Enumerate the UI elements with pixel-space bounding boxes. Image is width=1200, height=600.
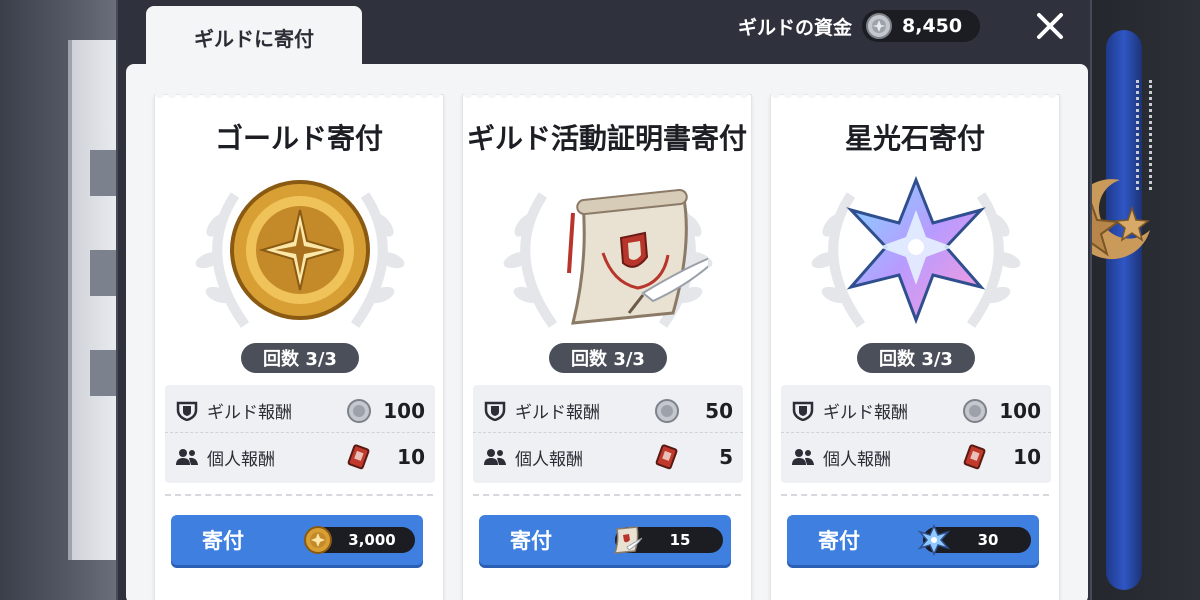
personal-reward-label: 個人報酬	[207, 449, 275, 470]
background-left	[0, 0, 120, 600]
guild-reward-value: 50	[705, 398, 733, 423]
ticket-edge	[155, 94, 443, 102]
people-icon	[791, 446, 815, 468]
donate-button-label: 寄付	[510, 529, 552, 553]
guild-shield-icon	[483, 400, 507, 422]
guild-funds-pill: 8,450	[862, 10, 981, 42]
silver-coin-icon	[653, 397, 681, 425]
rewards-box: ギルド報酬 100 個人報酬 10	[781, 385, 1051, 483]
donation-card-certificate: ギルド活動証明書寄付 回数 3/3 ギルド報酬 50 個人報酬 5 寄付 15	[462, 94, 752, 600]
people-icon	[483, 446, 507, 468]
rewards-box: ギルド報酬 50 個人報酬 5	[473, 385, 743, 483]
card-title: ギルド活動証明書寄付	[466, 122, 747, 155]
background-right	[1059, 0, 1200, 600]
guild-reward-label: ギルド報酬	[515, 403, 600, 423]
personal-reward-row: 個人報酬 10	[165, 435, 435, 479]
background-strip	[90, 350, 118, 396]
guild-funds-label: ギルドの資金	[738, 16, 853, 39]
donation-card-gold: ゴールド寄付 回数 3/3 ギルド報酬 100 個人報酬 10 寄付 3,000	[154, 94, 444, 600]
certificate-scroll-icon	[613, 526, 643, 554]
guild-funds-value: 8,450	[902, 15, 963, 37]
people-icon	[175, 446, 199, 468]
ticket-divider	[781, 494, 1049, 496]
guild-donation-window: ギルドに寄付 ギルドの資金 8,450 ゴールド寄付 回数 3/3 ギルド報酬 …	[116, 0, 1092, 600]
personal-reward-label: 個人報酬	[515, 449, 583, 470]
guild-shield-icon	[175, 400, 199, 422]
guild-shield-icon	[791, 400, 815, 422]
card-title: ゴールド寄付	[214, 122, 383, 155]
personal-reward-value: 10	[397, 445, 425, 469]
donate-button-certificate[interactable]: 寄付 15	[479, 515, 731, 565]
cost-pill: 3,000	[304, 526, 415, 554]
donate-button-label: 寄付	[202, 529, 244, 553]
donate-button-starlight-stone[interactable]: 寄付 30	[787, 515, 1039, 565]
tab-label: ギルドに寄付	[194, 26, 314, 51]
donation-count-badge: 回数 3/3	[549, 343, 667, 373]
personal-reward-value: 10	[1013, 445, 1041, 469]
silver-coin-icon	[345, 397, 373, 425]
ticket-divider	[473, 494, 741, 496]
personal-reward-row: 個人報酬 10	[781, 435, 1051, 479]
donation-count-badge: 回数 3/3	[857, 343, 975, 373]
card-title: 星光石寄付	[844, 122, 985, 155]
guild-reward-label: ギルド報酬	[823, 403, 908, 423]
starlight-crystal-icon	[917, 524, 951, 556]
silver-coin-icon	[961, 397, 989, 425]
gold-coin-icon	[304, 526, 332, 554]
ticket-divider	[165, 494, 433, 496]
guild-reward-value: 100	[999, 398, 1041, 423]
donation-count-badge: 回数 3/3	[241, 343, 359, 373]
close-icon	[1037, 13, 1063, 39]
donate-button-label: 寄付	[818, 529, 860, 553]
donate-button-gold[interactable]: 寄付 3,000	[171, 515, 423, 565]
guild-reward-value: 100	[383, 398, 425, 423]
cost-pill: 15	[613, 526, 723, 554]
guild-funds: ギルドの資金 8,450	[738, 10, 981, 42]
starlight-crystal-icon	[846, 175, 986, 325]
ticket-icon	[345, 443, 373, 471]
guild-reward-row: ギルド報酬 100	[781, 389, 1051, 433]
personal-reward-value: 5	[719, 445, 733, 469]
ticket-edge	[463, 94, 751, 102]
gold-coin-icon	[230, 180, 370, 320]
personal-reward-row: 個人報酬 5	[473, 435, 743, 479]
donation-card-starlight-stone: 星光石寄付 回数 3/3 ギルド報酬 100 個人報酬 10 寄付 30	[770, 94, 1060, 600]
header: ギルドに寄付 ギルドの資金 8,450	[118, 0, 1090, 68]
guild-reward-label: ギルド報酬	[207, 403, 292, 423]
donation-panel: ゴールド寄付 回数 3/3 ギルド報酬 100 個人報酬 10 寄付 3,000…	[126, 64, 1088, 600]
background-book	[68, 40, 118, 560]
ticket-edge	[771, 94, 1059, 102]
background-strip	[90, 250, 118, 296]
background-strip	[90, 150, 118, 196]
ticket-icon	[961, 443, 989, 471]
silver-coin-icon	[866, 13, 893, 39]
rewards-box: ギルド報酬 100 個人報酬 10	[165, 385, 435, 483]
guild-reward-row: ギルド報酬 50	[473, 389, 743, 433]
ticket-icon	[653, 443, 681, 471]
certificate-scroll-icon	[567, 188, 708, 325]
tab-guild-donation[interactable]: ギルドに寄付	[146, 6, 362, 68]
cost-pill: 30	[917, 524, 1031, 556]
guild-reward-row: ギルド報酬 100	[165, 389, 435, 433]
close-button[interactable]	[1030, 6, 1070, 46]
personal-reward-label: 個人報酬	[823, 449, 891, 470]
